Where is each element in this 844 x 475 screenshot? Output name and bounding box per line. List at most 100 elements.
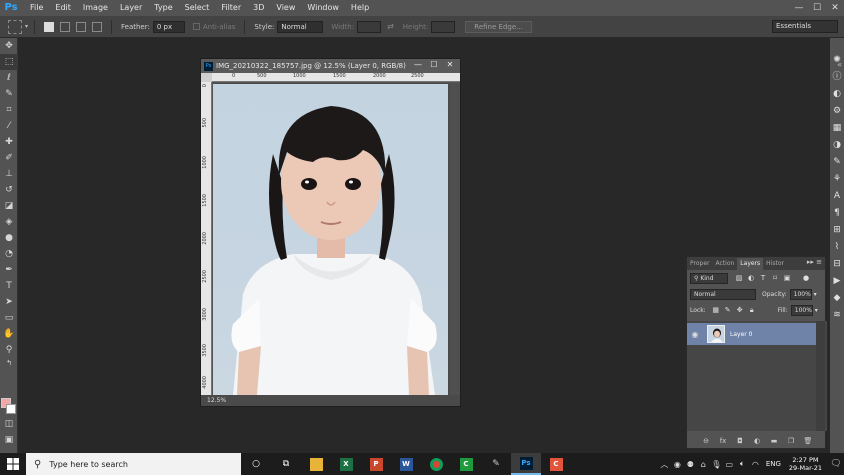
- antialias-checkbox[interactable]: [192, 23, 200, 30]
- workspace-select[interactable]: Essentials: [772, 20, 838, 33]
- chevron-down-icon[interactable]: ▾: [25, 23, 28, 30]
- quick-mask-icon[interactable]: ◫: [0, 416, 18, 432]
- wifi-icon[interactable]: ◠: [749, 460, 762, 469]
- menu-type[interactable]: Type: [148, 0, 178, 16]
- feather-input[interactable]: 0 px: [152, 20, 185, 33]
- kind-filter-select[interactable]: ⚲ Kind: [690, 272, 728, 284]
- filter-smart-object-icon[interactable]: ▣: [782, 273, 792, 283]
- cortana-icon[interactable]: ○: [241, 453, 271, 475]
- photoshop-taskbar-icon[interactable]: Ps: [511, 453, 541, 475]
- quick-select-tool-icon[interactable]: ✎: [0, 86, 18, 102]
- crop-tool-icon[interactable]: ⌗: [0, 102, 18, 118]
- height-input[interactable]: [431, 20, 456, 33]
- menu-image[interactable]: Image: [77, 0, 114, 16]
- swatches-panel-icon[interactable]: ▦: [830, 120, 844, 137]
- layers-scrollbar[interactable]: [816, 321, 825, 431]
- width-input[interactable]: [357, 20, 382, 33]
- document-close-button[interactable]: ✕: [442, 60, 458, 71]
- document-minimize-button[interactable]: —: [410, 60, 426, 71]
- filter-pixel-icon[interactable]: ▨: [734, 273, 744, 283]
- add-selection-icon[interactable]: [60, 21, 71, 32]
- blur-tool-icon[interactable]: ●: [0, 230, 18, 246]
- task-view-icon[interactable]: ⧉: [271, 453, 301, 475]
- menu-help[interactable]: Help: [345, 0, 375, 16]
- show-hidden-icons-icon[interactable]: ︿: [658, 459, 671, 470]
- pen-tool-icon[interactable]: ✒: [0, 262, 18, 278]
- layer-style-icon[interactable]: fx: [715, 437, 732, 445]
- visibility-eye-icon[interactable]: ◉: [687, 330, 703, 339]
- hand-tool-icon[interactable]: ✋: [0, 326, 18, 342]
- marquee-tool-icon[interactable]: ⬚: [0, 54, 18, 70]
- canvas[interactable]: [213, 83, 460, 395]
- tool-presets-panel-icon[interactable]: ⊞: [830, 222, 844, 239]
- lock-transparent-icon[interactable]: ▦: [711, 305, 721, 315]
- volume-icon[interactable]: 🔈︎: [736, 459, 749, 469]
- rectangle-tool-icon[interactable]: ▭: [0, 310, 18, 326]
- language-indicator[interactable]: ENG: [766, 460, 781, 468]
- document-window[interactable]: Ps IMG_20210322_185757.jpg @ 12.5% (Laye…: [200, 58, 461, 407]
- swap-colors-icon[interactable]: ↰: [0, 358, 18, 368]
- background-color-swatch[interactable]: [6, 404, 16, 414]
- new-selection-icon[interactable]: [44, 21, 55, 32]
- layer-item[interactable]: ◉ Layer 0: [687, 323, 816, 345]
- paths-panel-icon[interactable]: ⌇: [830, 239, 844, 256]
- paint-bucket-tool-icon[interactable]: ◈: [0, 214, 18, 230]
- tab-history[interactable]: Histor: [763, 258, 787, 270]
- screen-mode-icon[interactable]: ▣: [0, 432, 18, 448]
- tray-app-icon[interactable]: ◉: [671, 460, 684, 469]
- chevron-down-icon[interactable]: ▾: [815, 307, 818, 314]
- info-panel-icon[interactable]: ⓘ: [830, 69, 844, 86]
- menu-3d[interactable]: 3D: [247, 0, 270, 16]
- file-explorer-icon[interactable]: [301, 453, 331, 475]
- chevron-down-icon[interactable]: ▾: [814, 291, 817, 298]
- style-select[interactable]: Normal: [277, 20, 324, 33]
- new-group-icon[interactable]: ▬: [766, 437, 783, 445]
- menu-view[interactable]: View: [270, 0, 301, 16]
- move-tool-icon[interactable]: ✥: [0, 38, 18, 54]
- path-select-tool-icon[interactable]: ➤: [0, 294, 18, 310]
- fill-input[interactable]: 100%: [790, 304, 813, 316]
- marquee-preset-icon[interactable]: [8, 19, 22, 34]
- menu-file[interactable]: File: [24, 0, 49, 16]
- intersect-selection-icon[interactable]: [92, 21, 103, 32]
- tray-app-icon[interactable]: ⚉: [684, 460, 697, 469]
- menu-layer[interactable]: Layer: [114, 0, 148, 16]
- new-layer-icon[interactable]: ❐: [783, 437, 800, 445]
- photo-image[interactable]: [213, 84, 448, 395]
- swap-icon[interactable]: ⇄: [387, 22, 394, 31]
- horizontal-ruler[interactable]: 0 500 1000 1500 2000 2500: [212, 73, 460, 82]
- word-icon[interactable]: W: [391, 453, 421, 475]
- chrome-icon[interactable]: [421, 453, 451, 475]
- taskbar-search-input[interactable]: ⚲ Type here to search: [26, 453, 241, 475]
- tab-properties[interactable]: Proper: [687, 258, 713, 270]
- filter-type-icon[interactable]: T: [758, 273, 768, 283]
- clone-stamp-tool-icon[interactable]: ⊥: [0, 166, 18, 182]
- healing-brush-tool-icon[interactable]: ✚: [0, 134, 18, 150]
- actions-panel-icon[interactable]: ▶: [830, 273, 844, 290]
- layer-name[interactable]: Layer 0: [730, 331, 752, 338]
- lock-pixels-icon[interactable]: ✎: [723, 305, 733, 315]
- maximize-button[interactable]: ☐: [808, 0, 826, 16]
- brush-panel-icon[interactable]: ✎: [830, 154, 844, 171]
- document-vertical-scrollbar[interactable]: [450, 83, 460, 395]
- delete-layer-icon[interactable]: 🗑︎: [800, 437, 817, 445]
- link-layers-icon[interactable]: ⊖: [698, 437, 715, 445]
- document-maximize-button[interactable]: ☐: [426, 60, 442, 71]
- lock-position-icon[interactable]: ✥: [735, 305, 745, 315]
- tab-actions[interactable]: Action: [713, 258, 738, 270]
- menu-window[interactable]: Window: [301, 0, 345, 16]
- blend-mode-select[interactable]: Normal: [690, 288, 756, 300]
- paragraph-panel-icon[interactable]: ¶: [830, 205, 844, 222]
- collapse-dock-icon[interactable]: «: [837, 60, 842, 69]
- eraser-tool-icon[interactable]: ◪: [0, 198, 18, 214]
- start-button[interactable]: [0, 453, 26, 475]
- eyedropper-tool-icon[interactable]: ⁄: [0, 118, 18, 134]
- clone-source-panel-icon[interactable]: ⚘: [830, 171, 844, 188]
- subtract-selection-icon[interactable]: [76, 21, 87, 32]
- layers-panel-icon[interactable]: ◆: [830, 290, 844, 307]
- menu-select[interactable]: Select: [179, 0, 216, 16]
- history-brush-tool-icon[interactable]: ↺: [0, 182, 18, 198]
- add-mask-icon[interactable]: ◘: [732, 437, 749, 445]
- tab-layers[interactable]: Layers: [737, 258, 764, 270]
- refine-edge-button[interactable]: Refine Edge...: [465, 20, 532, 33]
